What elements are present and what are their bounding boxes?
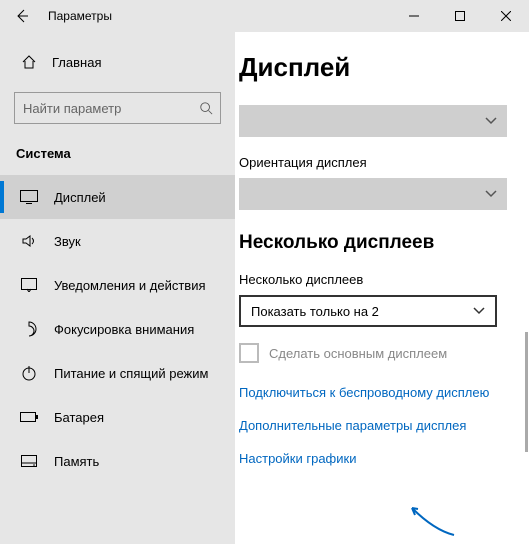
- make-main-checkbox[interactable]: [239, 343, 259, 363]
- multi-displays-label: Несколько дисплеев: [239, 272, 511, 287]
- nav-label: Память: [54, 454, 99, 469]
- home-label: Главная: [52, 55, 101, 70]
- page-title: Дисплей: [239, 52, 511, 83]
- window-controls: [391, 0, 529, 32]
- nav-item-notifications[interactable]: Уведомления и действия: [0, 263, 235, 307]
- nav-label: Батарея: [54, 410, 104, 425]
- resolution-dropdown[interactable]: [239, 105, 507, 137]
- nav-item-focus[interactable]: Фокусировка внимания: [0, 307, 235, 351]
- annotation-arrow: [404, 500, 464, 540]
- titlebar: Параметры: [0, 0, 529, 32]
- power-icon: [20, 365, 38, 381]
- wireless-display-link[interactable]: Подключиться к беспроводному дисплею: [239, 385, 511, 400]
- window-title: Параметры: [44, 9, 391, 23]
- home-icon: [20, 54, 38, 70]
- orientation-label: Ориентация дисплея: [239, 155, 511, 170]
- orientation-dropdown[interactable]: [239, 178, 507, 210]
- home-button[interactable]: Главная: [0, 42, 235, 82]
- notifications-icon: [20, 278, 38, 292]
- make-main-checkbox-row: Сделать основным дисплеем: [239, 343, 511, 363]
- scrollbar-thumb[interactable]: [525, 332, 528, 452]
- graphics-settings-link[interactable]: Настройки графики: [239, 451, 511, 466]
- nav-item-display[interactable]: Дисплей: [0, 175, 235, 219]
- advanced-display-link[interactable]: Дополнительные параметры дисплея: [239, 418, 511, 433]
- make-main-label: Сделать основным дисплеем: [269, 346, 447, 361]
- maximize-button[interactable]: [437, 0, 483, 32]
- nav-label: Фокусировка внимания: [54, 322, 194, 337]
- category-label: Система: [0, 140, 235, 175]
- back-button[interactable]: [0, 0, 44, 32]
- nav-label: Питание и спящий режим: [54, 366, 208, 381]
- chevron-down-icon: [473, 307, 485, 315]
- nav-item-storage[interactable]: Память: [0, 439, 235, 483]
- minimize-button[interactable]: [391, 0, 437, 32]
- content-pane: Дисплей Ориентация дисплея Несколько дис…: [235, 32, 529, 544]
- chevron-down-icon: [485, 190, 497, 198]
- multi-displays-title: Несколько дисплеев: [239, 232, 511, 254]
- storage-icon: [20, 455, 38, 467]
- search-input[interactable]: [23, 101, 199, 116]
- chevron-down-icon: [485, 117, 497, 125]
- display-icon: [20, 190, 38, 204]
- multi-displays-value: Показать только на 2: [251, 304, 379, 319]
- sidebar: Главная Система Дисплей Звук Уведо: [0, 32, 235, 544]
- close-button[interactable]: [483, 0, 529, 32]
- search-box[interactable]: [14, 92, 221, 124]
- sound-icon: [20, 233, 38, 249]
- multi-displays-dropdown[interactable]: Показать только на 2: [239, 295, 497, 327]
- nav-label: Уведомления и действия: [54, 278, 206, 293]
- nav-label: Дисплей: [54, 190, 106, 205]
- battery-icon: [20, 412, 38, 422]
- nav-item-battery[interactable]: Батарея: [0, 395, 235, 439]
- focus-icon: [20, 321, 38, 337]
- nav-item-power[interactable]: Питание и спящий режим: [0, 351, 235, 395]
- search-icon: [199, 101, 213, 115]
- nav-item-sound[interactable]: Звук: [0, 219, 235, 263]
- nav-label: Звук: [54, 234, 81, 249]
